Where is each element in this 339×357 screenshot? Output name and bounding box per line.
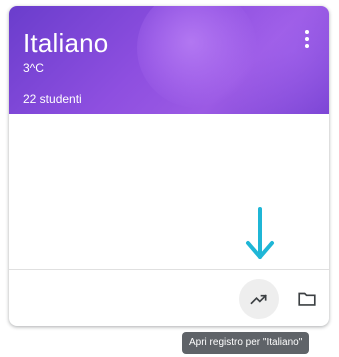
card-divider bbox=[9, 269, 329, 270]
pointer-arrow-icon bbox=[246, 207, 274, 259]
tooltip: Apri registro per "Italiano" bbox=[182, 332, 310, 354]
course-students: 22 studenti bbox=[23, 92, 82, 106]
card-header[interactable]: Italiano 3^C 22 studenti bbox=[9, 6, 329, 114]
course-title[interactable]: Italiano bbox=[23, 28, 108, 58]
more-options-button[interactable] bbox=[292, 24, 322, 54]
trending-up-icon bbox=[250, 294, 267, 305]
more-vert-icon bbox=[305, 30, 309, 48]
course-card[interactable]: Italiano 3^C 22 studenti bbox=[9, 6, 329, 326]
folder-icon bbox=[298, 292, 316, 306]
course-section: 3^C bbox=[23, 61, 44, 75]
page: Italiano 3^C 22 studenti Apri registro p… bbox=[0, 0, 339, 357]
open-drive-folder-button[interactable] bbox=[287, 279, 327, 319]
open-gradebook-button[interactable] bbox=[239, 279, 279, 319]
